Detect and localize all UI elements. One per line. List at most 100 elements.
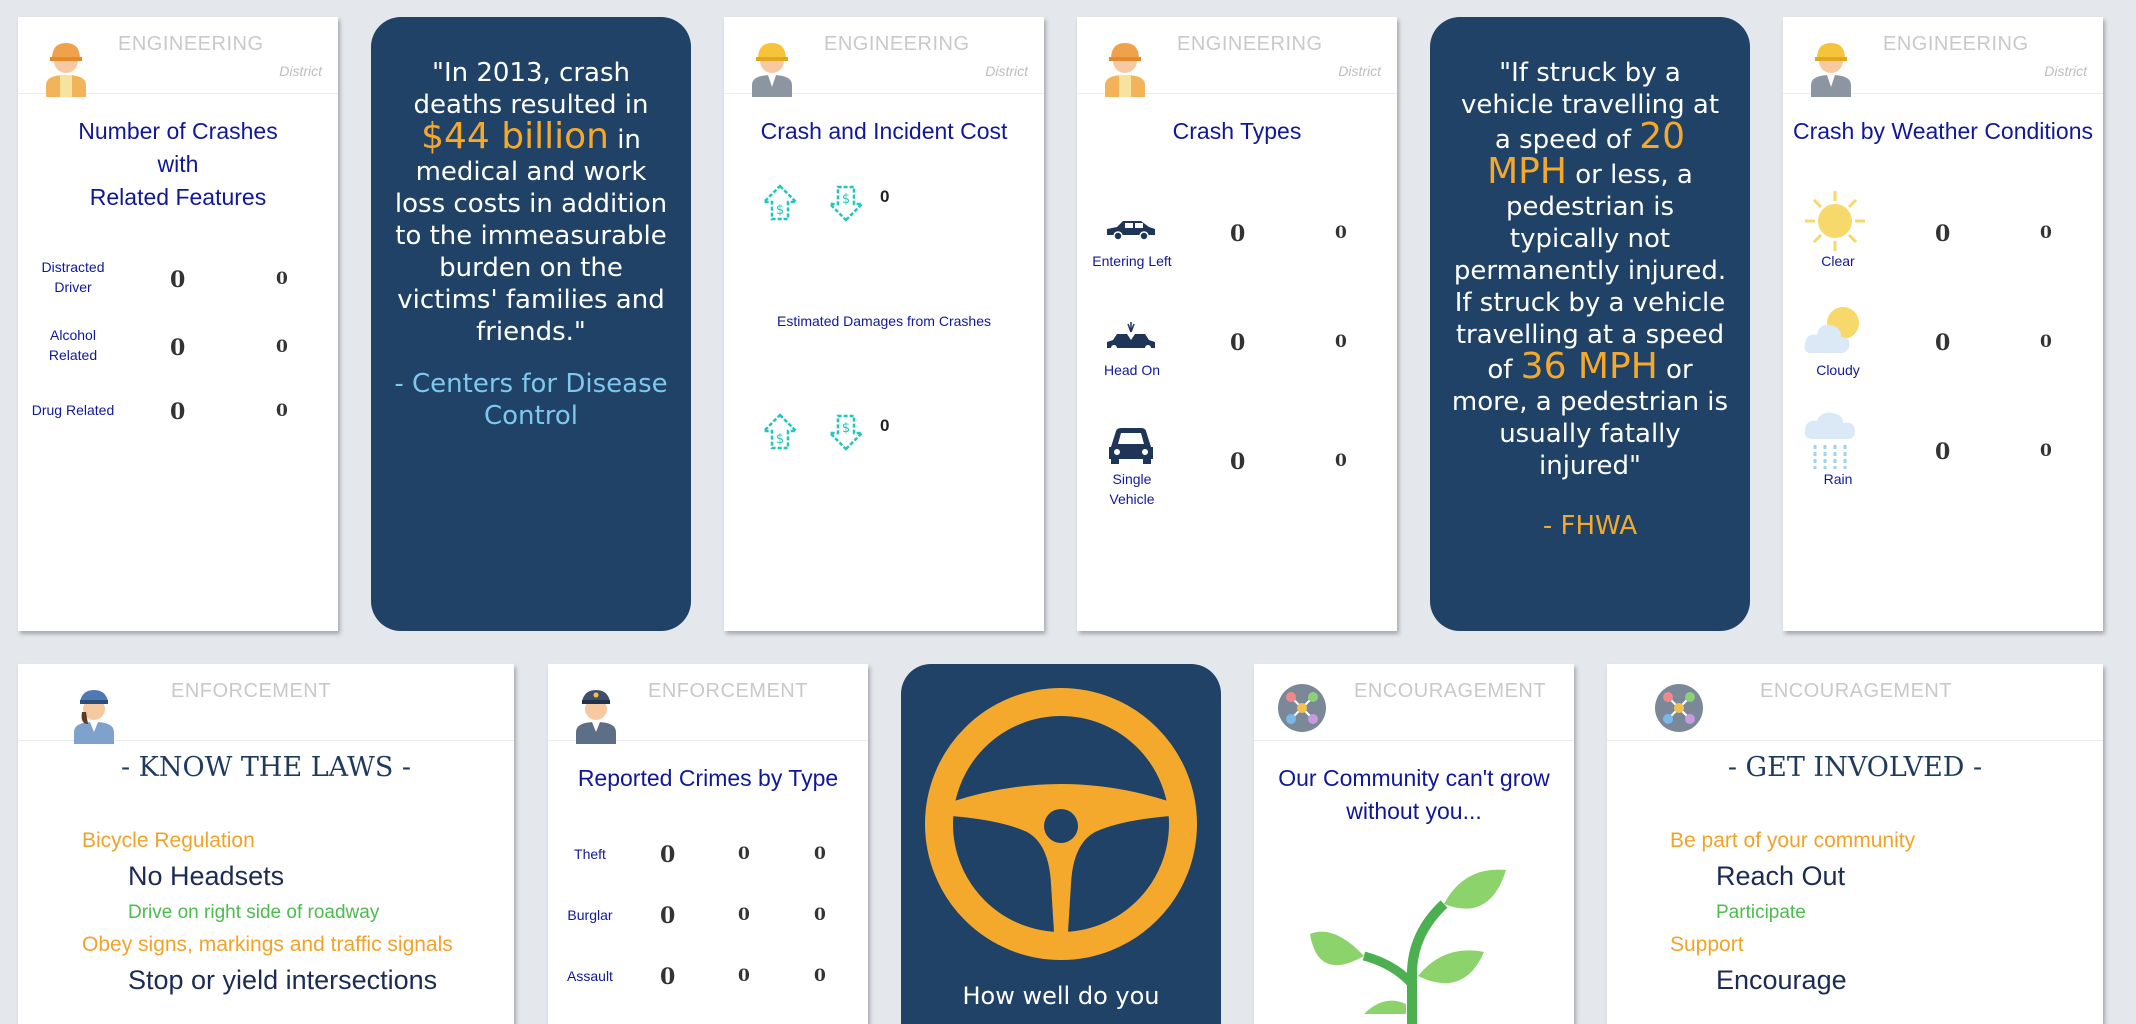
card-district: District — [2044, 63, 2087, 79]
crime-value: 0 — [814, 844, 826, 864]
sun-icon — [1805, 191, 1865, 251]
driving-quiz-tile[interactable]: How well do you — [901, 664, 1221, 1024]
row-label: Drug Related — [18, 400, 128, 420]
get-involved-card: ENCOURAGEMENT - GET INVOLVED - Be part o… — [1607, 664, 2103, 1024]
police-officer-avatar-icon — [74, 690, 114, 744]
weather-label: Rain — [1823, 471, 1853, 487]
weather-label: Cloudy — [1816, 362, 1860, 378]
row-label: Distracted Driver — [18, 257, 128, 297]
quote-source: - FHWA — [1542, 511, 1638, 541]
title-line: Our Community can't grow — [1278, 765, 1550, 791]
police-officer-avatar-icon — [576, 690, 616, 744]
community-network-icon — [1278, 684, 1326, 732]
crime-value: 0 — [814, 905, 826, 925]
crash-type-label-line: Single — [1112, 471, 1152, 487]
cost-caption: Estimated Damages from Crashes — [777, 313, 991, 329]
title-line: Related Features — [89, 184, 267, 210]
card-header: ENGINEERING District — [724, 17, 1044, 97]
card-title: Crash and Incident Cost — [760, 118, 1008, 144]
card-district: District — [1338, 63, 1381, 79]
involved-item: Reach Out — [1716, 861, 1846, 891]
quiz-caption: How well do you — [962, 982, 1160, 1010]
quote-source: - Centers for Disease Control — [394, 369, 668, 431]
crash-type-label-line: Vehicle — [1109, 491, 1155, 507]
crash-type-label: Entering Left — [1092, 253, 1172, 269]
crime-value: 0 — [660, 842, 676, 868]
card-category: ENCOURAGEMENT — [1354, 680, 1547, 702]
quote-text-part: in medical and work loss costs in additi… — [394, 125, 668, 347]
community-card: ENCOURAGEMENT Our Community can't grow w… — [1254, 664, 1574, 1024]
engineer-avatar-icon — [1105, 43, 1145, 97]
row-label-line: Drug Related — [31, 402, 115, 418]
involved-item: Support — [1670, 933, 1744, 956]
card-category: ENGINEERING — [1177, 33, 1323, 55]
row-label-line: Driver — [54, 279, 92, 295]
crime-value: 0 — [660, 964, 676, 990]
row-value-secondary: 0 — [276, 401, 288, 421]
law-item: Drive on right side of roadway — [128, 902, 380, 923]
crash-type-label: Head On — [1103, 362, 1161, 378]
steering-wheel-icon — [925, 688, 1197, 960]
card-header: ENCOURAGEMENT — [1607, 664, 2103, 741]
crashes-features-card: ENGINEERING District Number of Crashes w… — [18, 17, 338, 631]
involved-item: Encourage — [1716, 965, 1847, 995]
cost-value-bottom: 0 — [880, 416, 890, 435]
quote-highlight: 36 MPH — [1520, 346, 1658, 387]
row-label: Alcohol Related — [18, 325, 128, 365]
card-header: ENGINEERING District — [1783, 17, 2103, 97]
weather-card: ENGINEERING District Crash by Weather Co… — [1783, 17, 2103, 631]
row-value-secondary: 0 — [1335, 332, 1347, 352]
card-category: ENFORCEMENT — [648, 680, 808, 702]
involved-item: Be part of your community — [1670, 829, 1916, 852]
quote-text-part: "In 2013, crash deaths resulted in — [413, 58, 649, 120]
card-district: District — [279, 63, 322, 79]
law-item: No Headsets — [128, 861, 285, 891]
row-value: 0 — [1230, 449, 1246, 475]
row-value: 0 — [170, 335, 186, 361]
engineer-avatar-icon — [1811, 43, 1851, 97]
row-value: 0 — [1935, 221, 1951, 247]
card-category: ENGINEERING — [824, 33, 970, 55]
row-value: 0 — [170, 267, 186, 293]
crimes-card: ENFORCEMENT Reported Crimes by Type Thef… — [548, 664, 868, 1024]
card-header: ENFORCEMENT — [548, 664, 868, 744]
svg-text:$: $ — [776, 432, 784, 447]
involved-item: Participate — [1716, 902, 1806, 923]
head-on-collision-icon — [1107, 322, 1155, 351]
plant-sprout-icon — [1310, 869, 1506, 1024]
crime-label: Theft — [574, 846, 606, 862]
card-header: ENCOURAGEMENT — [1254, 664, 1574, 741]
engineer-avatar-icon — [752, 43, 792, 97]
row-value: 0 — [1230, 221, 1246, 247]
svg-text:$: $ — [842, 192, 850, 207]
cloud-sun-icon — [1804, 307, 1859, 353]
crime-label: Burglar — [567, 907, 613, 923]
cost-value-top: 0 — [880, 187, 890, 206]
title-line: without you... — [1346, 798, 1482, 824]
engineer-avatar-icon — [46, 43, 86, 97]
crash-cost-card: ENGINEERING District Crash and Incident … — [724, 17, 1044, 631]
crime-value: 0 — [738, 905, 750, 925]
quote-highlight: $44 billion — [421, 116, 609, 157]
community-network-icon — [1655, 684, 1703, 732]
crime-value: 0 — [738, 966, 750, 986]
law-item: Stop or yield intersections — [128, 965, 438, 995]
card-header: ENGINEERING District — [18, 17, 338, 97]
quote-text: "In 2013, crash deaths resulted in $44 b… — [393, 57, 669, 348]
row-value-secondary: 0 — [2040, 332, 2052, 352]
crime-value: 0 — [814, 966, 826, 986]
title-line: Number of Crashes — [78, 118, 278, 144]
card-title: Crash by Weather Conditions — [1793, 118, 2093, 144]
row-value-secondary: 0 — [2040, 223, 2052, 243]
cdc-quote-card: "In 2013, crash deaths resulted in $44 b… — [371, 17, 691, 631]
row-label-line: Distracted — [41, 259, 105, 275]
involved-title: - GET INVOLVED - — [1727, 752, 1983, 783]
know-laws-card: ENFORCEMENT - KNOW THE LAWS - Bicycle Re… — [18, 664, 514, 1024]
cost-up-icon: $ — [760, 413, 800, 450]
row-value-secondary: 0 — [276, 269, 288, 289]
card-category: ENCOURAGEMENT — [1760, 680, 1953, 702]
svg-text:$: $ — [842, 421, 850, 436]
crime-value: 0 — [738, 844, 750, 864]
card-title: Our Community can't grow without you... — [1264, 762, 1564, 828]
law-item: Obey signs, markings and traffic signals — [82, 933, 453, 956]
